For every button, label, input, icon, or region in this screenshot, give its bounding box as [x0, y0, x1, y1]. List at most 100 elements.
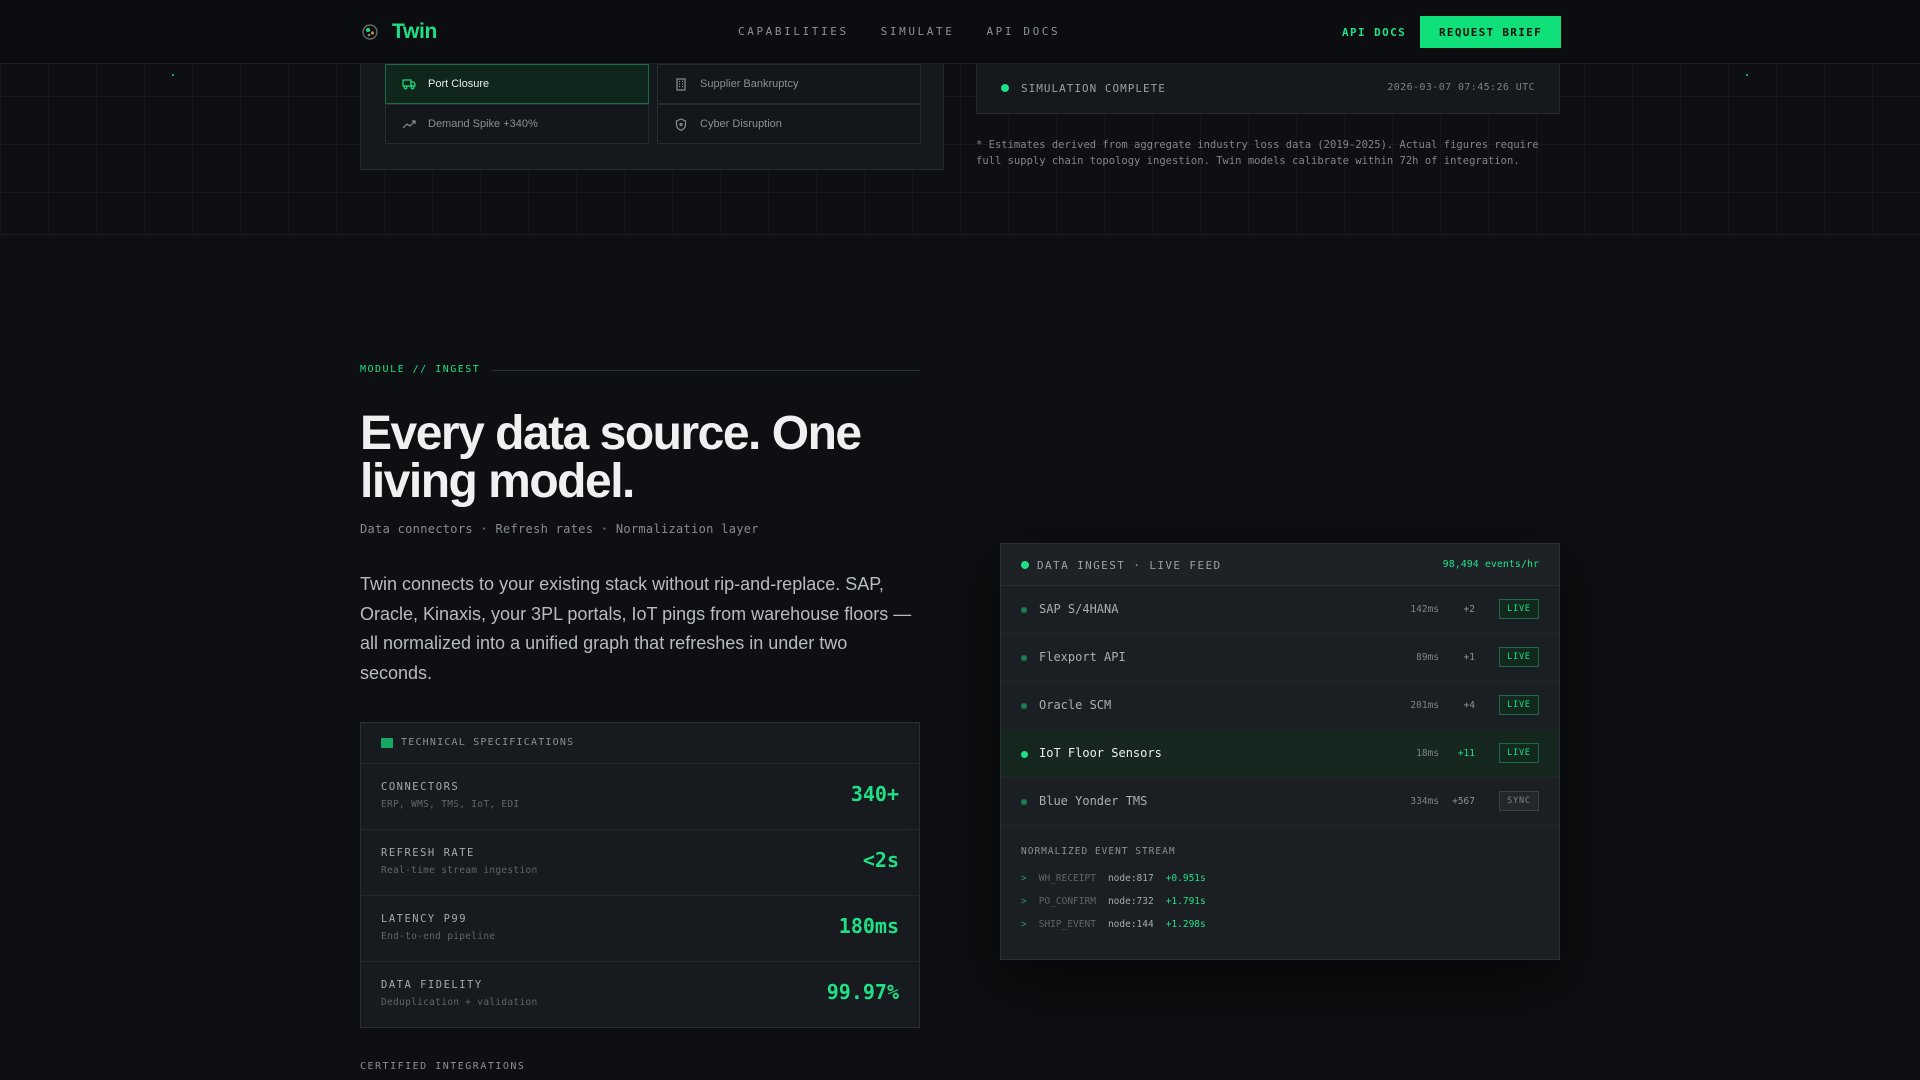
prompt-caret: > [1021, 919, 1027, 930]
trending-up-icon [402, 117, 416, 131]
truck-icon [402, 77, 416, 91]
source-row[interactable]: Oracle SCM 201ms +4 LIVE [1001, 682, 1559, 730]
logo-icon [360, 22, 380, 42]
spec-name: LATENCY P99 [381, 913, 468, 925]
scenario-label: Cyber Disruption [700, 118, 782, 130]
spec-value: 340+ [850, 782, 899, 806]
spec-row: CONNECTORS ERP, WMS, TMS, IoT, EDI 340+ [361, 763, 919, 829]
spec-subtitle: Deduplication + validation [381, 997, 538, 1008]
event-time: +1.298s [1165, 919, 1206, 930]
event-time: +0.951s [1165, 873, 1206, 884]
specs-title: TECHNICAL SPECIFICATIONS [401, 737, 575, 748]
certified-integrations-label: CERTIFIED INTEGRATIONS [360, 1061, 526, 1072]
status-badge: SYNC [1499, 791, 1539, 811]
nav-api-docs-link[interactable]: API DOCS [1342, 26, 1406, 39]
spec-sheet-icon [381, 737, 393, 748]
spec-name: REFRESH RATE [381, 847, 475, 859]
source-status-dot [1021, 751, 1028, 758]
source-name: Flexport API [1039, 650, 1126, 664]
source-status-dot [1021, 799, 1027, 805]
event-stream-line: > PO_CONFIRM node:732 +1.791s [1021, 896, 1206, 907]
nav-links: CAPABILITIES SIMULATE API DOCS [738, 25, 1060, 38]
event-stream-line: > SHIP_EVENT node:144 +1.298s [1021, 919, 1206, 930]
spec-row: DATA FIDELITY Deduplication + validation… [361, 961, 919, 1027]
module-divider [492, 370, 920, 371]
spec-name: DATA FIDELITY [381, 979, 483, 991]
brand-name: Twin [392, 20, 438, 43]
source-name: SAP S/4HANA [1039, 602, 1119, 616]
source-delta: +567 [1452, 796, 1475, 807]
module-tag: MODULE // INGEST [360, 364, 481, 375]
simulation-timestamp: 2026-03-07 07:45:26 UTC [1387, 82, 1535, 93]
source-status-dot [1021, 655, 1027, 661]
grid-spark [172, 74, 174, 76]
source-delta: +1 [1463, 652, 1475, 663]
event-type: PO_CONFIRM [1038, 896, 1096, 907]
source-status-dot [1021, 607, 1027, 613]
prompt-caret: > [1021, 896, 1027, 907]
status-badge: LIVE [1499, 647, 1539, 667]
simulation-status-label: SIMULATION COMPLETE [1021, 82, 1166, 95]
scenario-port-closure-button[interactable]: Port Closure [385, 64, 649, 104]
nav-link-capabilities[interactable]: CAPABILITIES [738, 25, 849, 38]
scenario-label: Supplier Bankruptcy [700, 78, 799, 90]
source-latency: 201ms [1410, 700, 1439, 711]
source-name: Blue Yonder TMS [1039, 794, 1148, 808]
scenario-label: Port Closure [428, 78, 490, 90]
shield-icon [674, 117, 688, 131]
spec-row: LATENCY P99 End-to-end pipeline 180ms [361, 895, 919, 961]
module-subline: Data connectors · Refresh rates · Normal… [360, 522, 759, 536]
feed-header: DATA INGEST · LIVE FEED 98,494 events/hr [1001, 544, 1559, 586]
spec-subtitle: End-to-end pipeline [381, 931, 496, 942]
source-latency: 18ms [1416, 748, 1439, 759]
nav-link-simulate[interactable]: SIMULATE [881, 25, 955, 38]
page-headline: Every data source. One living model. [360, 407, 862, 508]
nav-link-api-docs[interactable]: API DOCS [986, 25, 1060, 38]
source-row[interactable]: Flexport API 89ms +1 LIVE [1001, 634, 1559, 682]
prompt-caret: > [1021, 873, 1027, 884]
event-type: WH_RECEIPT [1038, 873, 1096, 884]
status-dot [1001, 84, 1009, 92]
status-badge: LIVE [1499, 695, 1539, 715]
data-ingest-feed-card: DATA INGEST · LIVE FEED 98,494 events/hr… [1000, 543, 1560, 960]
source-latency: 142ms [1410, 604, 1439, 615]
spec-subtitle: ERP, WMS, TMS, IoT, EDI [381, 799, 520, 810]
feed-title: DATA INGEST · LIVE FEED [1037, 559, 1222, 572]
scenario-panel: Port Closure Supplier Bankruptcy Demand … [360, 64, 944, 170]
module-description: Twin connects to your existing stack wit… [360, 574, 912, 683]
source-delta: +4 [1463, 700, 1475, 711]
building-icon [674, 77, 688, 91]
scenario-demand-spike-button[interactable]: Demand Spike +340% [385, 104, 649, 144]
source-delta: +11 [1457, 748, 1475, 759]
event-time: +1.791s [1165, 896, 1206, 907]
source-row[interactable]: Blue Yonder TMS 334ms +567 SYNC [1001, 778, 1559, 826]
scenario-cyber-disruption-button[interactable]: Cyber Disruption [657, 104, 921, 144]
brand[interactable]: Twin [360, 20, 437, 44]
grid-spark [1746, 74, 1748, 76]
spec-row: REFRESH RATE Real-time stream ingestion … [361, 829, 919, 895]
source-latency: 89ms [1416, 652, 1439, 663]
spec-subtitle: Real-time stream ingestion [381, 865, 538, 876]
event-node: node:817 [1107, 873, 1154, 884]
source-status-dot [1021, 703, 1027, 709]
technical-specifications-card: TECHNICAL SPECIFICATIONS CONNECTORS ERP,… [360, 722, 920, 1028]
estimates-footnote: * Estimates derived from aggregate indus… [976, 139, 1539, 167]
live-dot [1021, 561, 1029, 569]
spec-value: 180ms [838, 914, 899, 938]
status-badge: LIVE [1499, 743, 1539, 763]
source-name: Oracle SCM [1039, 698, 1112, 712]
top-nav: Twin CAPABILITIES SIMULATE API DOCS API … [0, 0, 1920, 64]
request-brief-button[interactable]: REQUEST BRIEF [1420, 16, 1561, 48]
simulation-status: SIMULATION COMPLETE 2026-03-07 07:45:26 … [976, 64, 1560, 114]
spec-value: <2s [862, 848, 899, 872]
source-row[interactable]: SAP S/4HANA 142ms +2 LIVE [1001, 586, 1559, 634]
source-row-highlighted[interactable]: IoT Floor Sensors 18ms +11 LIVE [1001, 730, 1559, 778]
scenario-supplier-bankruptcy-button[interactable]: Supplier Bankruptcy [657, 64, 921, 104]
source-latency: 334ms [1410, 796, 1439, 807]
event-type: SHIP_EVENT [1038, 919, 1096, 930]
event-stream-title: NORMALIZED EVENT STREAM [1021, 846, 1176, 857]
specs-header: TECHNICAL SPECIFICATIONS [381, 737, 574, 748]
source-delta: +2 [1463, 604, 1475, 615]
spec-name: CONNECTORS [381, 781, 460, 793]
feed-event-rate: 98,494 events/hr [1442, 559, 1539, 570]
